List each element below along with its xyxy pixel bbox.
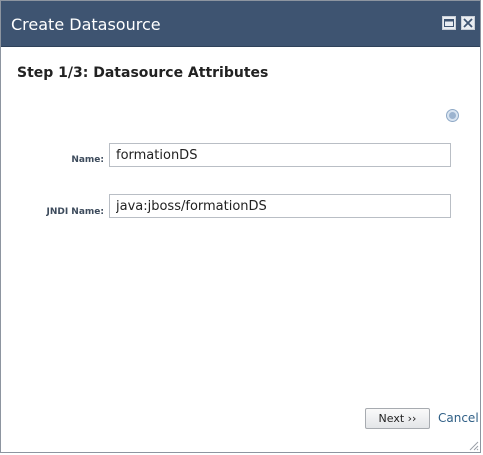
create-datasource-dialog: Create Datasource Step 1/3: Datasource A… xyxy=(0,0,481,453)
next-button[interactable]: Next ›› xyxy=(365,408,430,429)
dialog-titlebar[interactable]: Create Datasource xyxy=(1,1,480,47)
maximize-icon xyxy=(444,19,454,27)
resize-grip-icon[interactable] xyxy=(467,439,479,451)
jndi-name-input[interactable] xyxy=(109,194,451,218)
close-button[interactable] xyxy=(461,16,475,30)
name-label: Name: xyxy=(71,155,104,165)
step-title: Step 1/3: Datasource Attributes xyxy=(17,65,269,81)
jndi-name-label: JNDI Name: xyxy=(46,207,104,217)
cancel-link[interactable]: Cancel xyxy=(438,411,479,425)
dialog-title: Create Datasource xyxy=(11,15,161,34)
maximize-button[interactable] xyxy=(442,16,456,30)
close-icon xyxy=(463,18,473,28)
name-input[interactable] xyxy=(109,143,451,167)
help-icon[interactable] xyxy=(446,109,459,122)
